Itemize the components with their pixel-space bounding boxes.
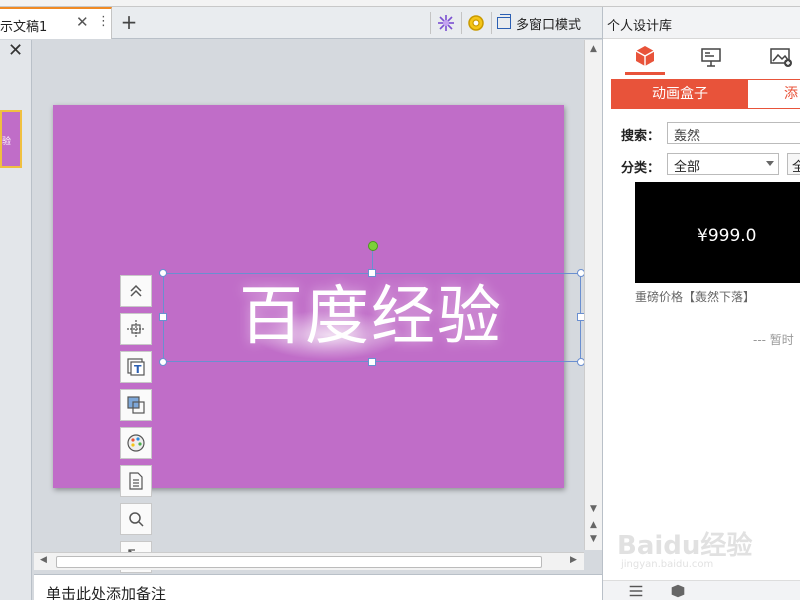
scroll-up-icon[interactable]: ▲	[590, 44, 597, 54]
subtab-animation-box[interactable]: 动画盒子	[612, 80, 748, 108]
slide-thumbnail-text: 验	[2, 137, 12, 147]
baidu-watermark-logo: Baidu经验 jingyan.baidu.com	[613, 507, 793, 577]
document-icon	[129, 472, 143, 490]
divider	[461, 12, 462, 34]
close-icon[interactable]: ✕	[76, 13, 89, 31]
presentation-icon	[701, 48, 721, 67]
category-value: 全部	[674, 160, 701, 175]
search-input[interactable]: 轰然	[667, 122, 800, 144]
panel-icon-tabs	[603, 39, 800, 75]
resize-handle-top-left[interactable]	[159, 269, 167, 277]
category-all-button[interactable]: 全	[787, 153, 800, 175]
layer-icon	[127, 396, 145, 414]
svg-text:T: T	[134, 363, 142, 376]
panel-subtabs: 动画盒子 添	[611, 79, 800, 109]
menu-icon[interactable]	[627, 582, 645, 600]
palette-icon	[127, 434, 145, 452]
align-center-icon	[127, 320, 145, 338]
box-icon[interactable]	[669, 582, 687, 600]
resize-handle-top[interactable]	[368, 269, 376, 277]
notes-placeholder: 单击此处添加备注	[46, 585, 167, 600]
double-chevron-up-icon	[130, 284, 142, 297]
preview-caption[interactable]: 重磅价格【轰然下落】	[635, 288, 755, 305]
panel-header: 个人设计库	[603, 7, 800, 39]
close-icon[interactable]: ✕	[8, 40, 23, 61]
watermark-main: Baidu经验	[617, 531, 753, 561]
text-box-button[interactable]: T	[120, 351, 152, 383]
notes-pane[interactable]: 单击此处添加备注	[34, 574, 602, 600]
image-add-icon	[770, 48, 792, 67]
sparkle-icon[interactable]	[436, 13, 456, 33]
more-icon[interactable]: ⋮	[97, 14, 110, 29]
page-down-icon[interactable]: ▼	[590, 534, 597, 544]
watermark-sub: jingyan.baidu.com	[621, 559, 714, 570]
tab-bar: 示文稿1 ✕ ⋮ + 多窗口模式	[0, 7, 602, 39]
page-up-icon[interactable]: ▲	[590, 520, 597, 530]
panel-footer	[603, 580, 800, 600]
slide-thumbnail-pane: ✕ 验	[0, 40, 32, 600]
resize-handle-left[interactable]	[159, 313, 167, 321]
text-box-icon: T	[127, 358, 145, 376]
divider	[491, 12, 492, 34]
app-top-strip	[0, 0, 800, 7]
search-label: 搜索：	[621, 129, 661, 144]
quick-action-toolbar: T	[120, 275, 152, 579]
rotate-handle[interactable]	[368, 241, 378, 251]
tab-animation-box[interactable]	[625, 39, 665, 75]
new-tab-button[interactable]: +	[117, 7, 141, 39]
resize-handle-bottom[interactable]	[368, 358, 376, 366]
tab-document-title: 示文稿1	[0, 20, 48, 35]
layer-button[interactable]	[120, 389, 152, 421]
search-icon	[129, 512, 144, 527]
empty-hint: --- 暂时	[753, 333, 794, 347]
resize-handle-bottom-left[interactable]	[159, 358, 167, 366]
multi-window-label: 多窗口模式	[516, 17, 582, 33]
preview-text: ¥999.0	[697, 226, 757, 246]
search-button[interactable]	[120, 503, 152, 535]
align-center-button[interactable]	[120, 313, 152, 345]
multi-window-button[interactable]: 多窗口模式	[497, 13, 581, 33]
design-library-panel: 个人设计库 动画盒子 添 搜索： 轰然 分类： 全部 全 ¥999.0 重磅价格…	[602, 7, 800, 600]
category-label: 分类：	[621, 161, 661, 176]
vertical-scrollbar[interactable]: ▲ ▼ ▲ ▼	[584, 40, 602, 550]
tab-presentation[interactable]	[691, 39, 731, 75]
collapse-up-button[interactable]	[120, 275, 152, 307]
cube-icon	[635, 45, 655, 66]
gear-icon[interactable]	[466, 13, 486, 33]
document-button[interactable]	[120, 465, 152, 497]
slide-editor: 百度经验 T ▲ ▼ ▲ ▼ ◀ ▶	[34, 40, 602, 573]
scroll-right-icon[interactable]: ▶	[570, 555, 577, 565]
chevron-down-icon	[766, 161, 774, 166]
panel-title: 个人设计库	[607, 19, 673, 34]
horizontal-scroll-thumb[interactable]	[56, 556, 542, 568]
selection-box[interactable]	[163, 273, 581, 362]
tab-image[interactable]	[761, 39, 800, 75]
divider	[430, 12, 431, 34]
tab-document[interactable]: 示文稿1 ✕ ⋮	[0, 7, 112, 39]
subtab-add[interactable]: 添	[784, 80, 798, 108]
palette-button[interactable]	[120, 427, 152, 459]
animation-preview[interactable]: ¥999.0	[635, 182, 800, 283]
scroll-left-icon[interactable]: ◀	[40, 555, 47, 565]
category-select[interactable]: 全部	[667, 153, 779, 175]
scroll-down-icon[interactable]: ▼	[590, 504, 597, 514]
horizontal-scrollbar[interactable]: ◀ ▶	[34, 552, 584, 570]
slide-thumbnail-1[interactable]: 验	[0, 110, 22, 168]
window-icon	[497, 14, 511, 29]
